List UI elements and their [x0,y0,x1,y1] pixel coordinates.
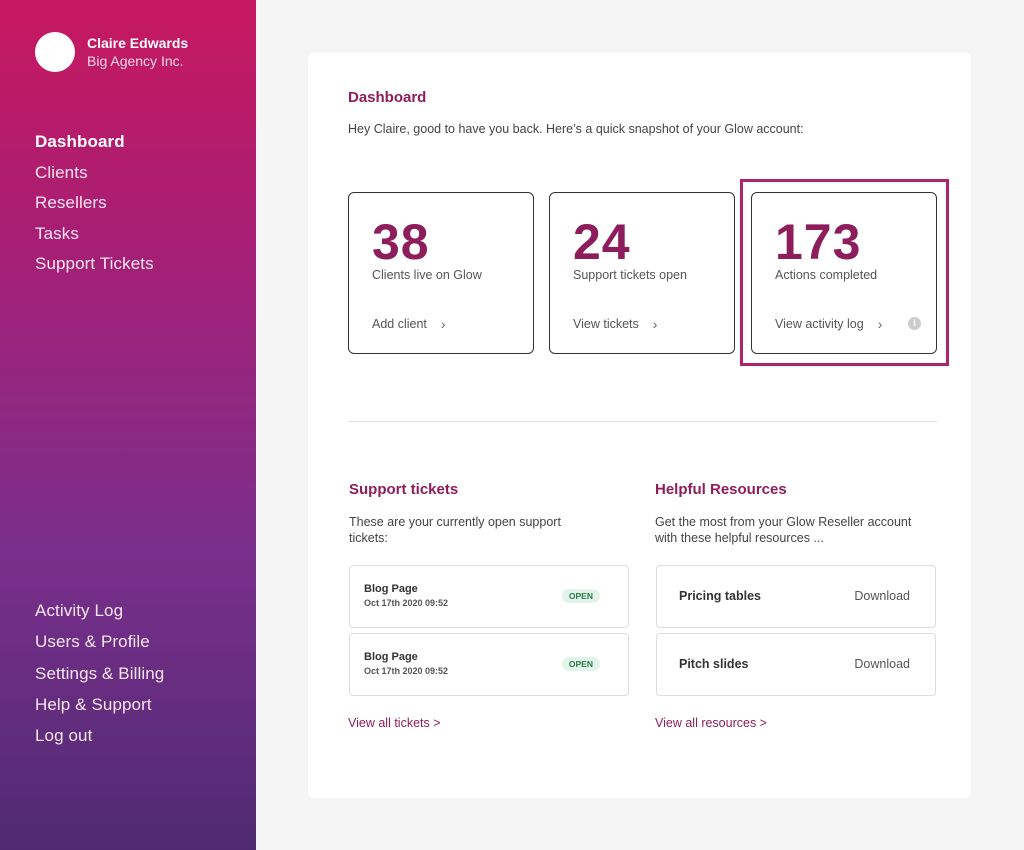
stat-label: Clients live on Glow [372,268,482,282]
nav-activity-log[interactable]: Activity Log [35,600,164,631]
highlight-box [740,179,949,366]
ticket-title: Blog Page [364,651,418,663]
resource-item-pitch-slides[interactable]: Pitch slides Download [656,633,936,696]
view-all-tickets-link[interactable]: View all tickets > [348,716,441,730]
dashboard-card: Dashboard Hey Claire, good to have you b… [308,53,971,798]
view-all-resources-link[interactable]: View all resources > [655,716,767,730]
download-button[interactable]: Download [854,657,910,671]
user-name: Claire Edwards [87,35,189,51]
ticket-title: Blog Page [364,583,418,595]
ticket-item[interactable]: Blog Page Oct 17th 2020 09:52 OPEN [349,565,629,628]
intro-text: Hey Claire, good to have you back. Here’… [348,122,804,136]
nav-resellers[interactable]: Resellers [35,192,154,223]
status-badge: OPEN [561,589,600,603]
nav-help-support[interactable]: Help & Support [35,694,164,725]
nav-support-tickets[interactable]: Support Tickets [35,253,154,284]
stat-value: 38 [372,214,430,270]
divider [348,421,937,422]
stat-link-label: View tickets [573,317,639,331]
user-company: Big Agency Inc. [87,53,184,69]
nav-dashboard[interactable]: Dashboard [35,131,154,162]
secondary-nav: Activity Log Users & Profile Settings & … [35,600,164,756]
page-title: Dashboard [348,89,427,106]
ticket-date: Oct 17th 2020 09:52 [364,666,449,676]
download-button[interactable]: Download [854,589,910,603]
add-client-link[interactable]: Add client › [372,316,446,332]
nav-log-out[interactable]: Log out [35,725,164,756]
chevron-right-icon: › [440,316,446,332]
support-tickets-description: These are your currently open support ti… [349,515,561,545]
helpful-resources-title: Helpful Resources [655,481,787,498]
user-text: Claire Edwards Big Agency Inc. [87,34,188,70]
stat-card-tickets: 24 Support tickets open View tickets › [549,192,735,354]
resource-name: Pitch slides [679,657,749,671]
avatar[interactable] [35,32,75,72]
nav-settings-billing[interactable]: Settings & Billing [35,663,164,694]
support-tickets-title: Support tickets [349,481,459,498]
chevron-right-icon: › [652,316,658,332]
primary-nav: Dashboard Clients Resellers Tasks Suppor… [35,131,154,284]
resource-item-pricing-tables[interactable]: Pricing tables Download [656,565,936,628]
helpful-resources-description: Get the most from your Glow Reseller acc… [655,515,912,545]
ticket-date: Oct 17th 2020 09:52 [364,598,449,608]
nav-tasks[interactable]: Tasks [35,223,154,254]
user-block[interactable]: Claire Edwards Big Agency Inc. [35,32,188,72]
nav-clients[interactable]: Clients [35,162,154,193]
nav-users-profile[interactable]: Users & Profile [35,631,164,662]
sidebar: Claire Edwards Big Agency Inc. Dashboard… [0,0,256,850]
stat-link-label: Add client [372,317,427,331]
status-badge: OPEN [561,657,600,671]
stat-card-clients: 38 Clients live on Glow Add client › [348,192,534,354]
resource-name: Pricing tables [679,589,761,603]
stat-label: Support tickets open [573,268,687,282]
view-tickets-link[interactable]: View tickets › [573,316,657,332]
stat-value: 24 [573,214,631,270]
ticket-item[interactable]: Blog Page Oct 17th 2020 09:52 OPEN [349,633,629,696]
